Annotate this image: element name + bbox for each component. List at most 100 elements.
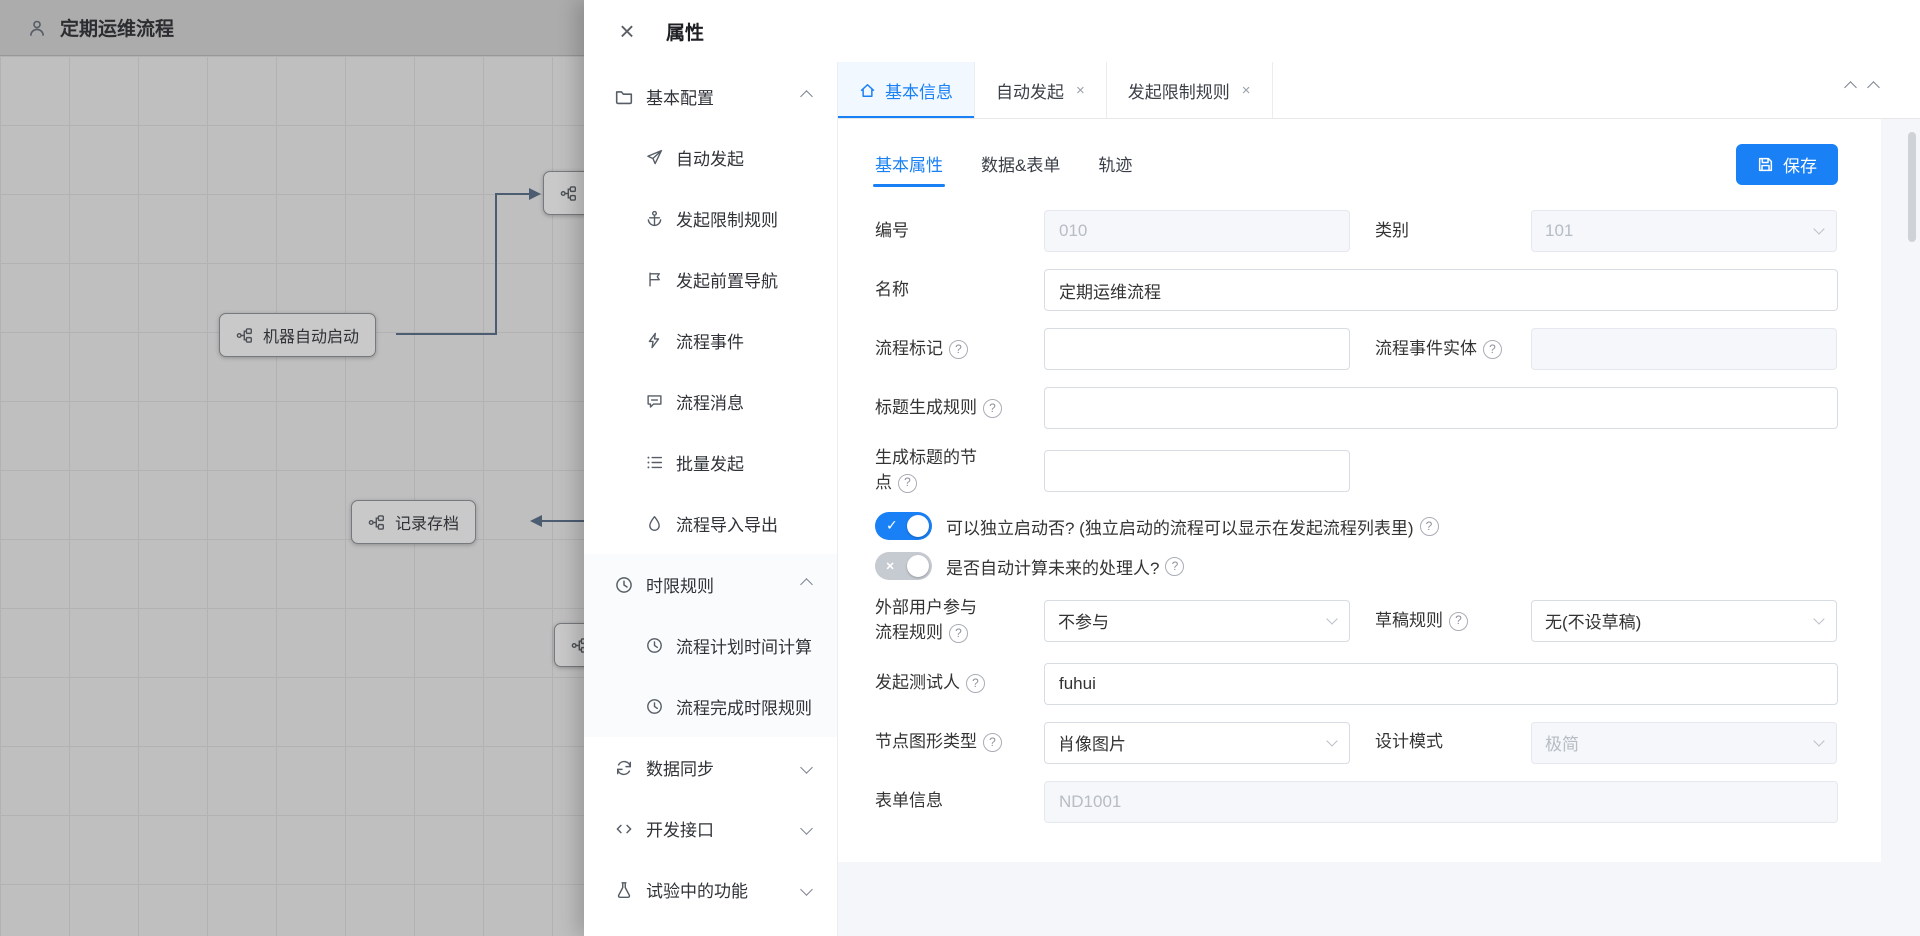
user-icon	[28, 19, 46, 37]
tab-bar: 基本信息 自动发起 发起限制规则	[838, 62, 1920, 119]
close-tab-icon[interactable]	[1076, 82, 1085, 99]
external-user-rule-label: 外部用户参与流程规则	[875, 596, 987, 645]
subtab-track[interactable]: 轨迹	[1098, 151, 1132, 178]
help-icon[interactable]	[898, 474, 917, 493]
sidebar-item-process-events[interactable]: 流程事件	[584, 310, 837, 371]
external-user-rule-select[interactable]: 不参与	[1044, 600, 1350, 642]
flow-mark-input[interactable]	[1044, 328, 1350, 370]
save-button[interactable]: 保存	[1736, 144, 1838, 185]
sidebar-item-plan-time-calc[interactable]: 流程计划时间计算	[584, 615, 837, 676]
form-card: 基本属性 数据&表单 轨迹 保存 编号 类别	[838, 119, 1881, 862]
sidebar-group-data-sync[interactable]: 数据同步	[584, 737, 837, 798]
flow-icon	[236, 327, 253, 344]
x-icon	[886, 558, 894, 574]
flow-icon	[368, 514, 385, 531]
drawer-sidebar: 基本配置 自动发起 发起限制规则 发起前置导航	[584, 62, 838, 936]
help-icon[interactable]	[983, 733, 1002, 752]
tab-auto-initiate[interactable]: 自动发起	[975, 62, 1107, 118]
toggle-knob	[907, 515, 929, 537]
help-icon[interactable]	[1420, 517, 1439, 536]
draft-rule-select[interactable]: 无(不设草稿)	[1531, 600, 1837, 642]
sidebar-item-batch-initiate[interactable]: 批量发起	[584, 432, 837, 493]
subtab-data-form[interactable]: 数据&表单	[981, 151, 1060, 178]
title-rule-label: 标题生成规则	[875, 396, 1044, 421]
number-label: 编号	[875, 219, 1044, 244]
drawer-title: 属性	[666, 18, 704, 45]
tab-basic-info[interactable]: 基本信息	[838, 62, 975, 118]
sidebar-group-basic-config[interactable]: 基本配置	[584, 66, 837, 127]
sidebar-group-time-rules[interactable]: 时限规则	[584, 554, 837, 615]
sidebar-item-process-messages[interactable]: 流程消息	[584, 371, 837, 432]
flag-icon	[646, 271, 663, 288]
help-icon[interactable]	[1483, 340, 1502, 359]
app-root: 定期运维流程 机器自动启动 记录存档	[0, 0, 1920, 936]
chevron-down-icon	[1813, 223, 1824, 234]
title-rule-input[interactable]	[1044, 387, 1838, 429]
sidebar-group-experimental[interactable]: 试验中的功能	[584, 859, 837, 920]
test-user-label: 发起测试人	[875, 671, 1044, 696]
check-icon	[886, 517, 898, 534]
flow-node-label: 记录存档	[395, 510, 459, 534]
home-icon	[859, 82, 876, 99]
flow-icon	[560, 185, 577, 202]
chevron-down-icon	[1813, 735, 1824, 746]
clock-icon	[646, 698, 663, 715]
send-icon	[646, 149, 663, 166]
close-tab-icon[interactable]	[1242, 82, 1251, 99]
node-graphic-type-label: 节点图形类型	[875, 730, 1044, 755]
test-user-input[interactable]	[1044, 663, 1838, 705]
auto-calc-handler-toggle[interactable]	[875, 552, 932, 580]
tab-initiate-restriction[interactable]: 发起限制规则	[1107, 62, 1273, 118]
title-node-input[interactable]	[1044, 450, 1350, 492]
sidebar-item-auto-initiate[interactable]: 自动发起	[584, 127, 837, 188]
form-info-input	[1044, 781, 1838, 823]
scrollbar-thumb[interactable]	[1908, 132, 1916, 242]
folder-icon	[615, 88, 633, 106]
draft-rule-label: 草稿规则	[1375, 609, 1531, 634]
drawer-content: 基本信息 自动发起 发起限制规则	[838, 62, 1920, 936]
help-icon[interactable]	[949, 624, 968, 643]
help-icon[interactable]	[983, 399, 1002, 418]
name-input[interactable]	[1044, 269, 1838, 311]
flow-node-archive[interactable]: 记录存档	[351, 500, 476, 544]
sidebar-item-pre-initiate-navigation[interactable]: 发起前置导航	[584, 249, 837, 310]
independent-start-toggle[interactable]	[875, 512, 932, 540]
close-icon[interactable]	[614, 18, 640, 44]
help-icon[interactable]	[966, 674, 985, 693]
design-mode-label: 设计模式	[1375, 730, 1531, 755]
canvas-title: 定期运维流程	[60, 14, 174, 41]
auto-calc-handler-label: 是否自动计算未来的处理人?	[946, 554, 1159, 579]
sidebar-group-dev-api[interactable]: 开发接口	[584, 798, 837, 859]
chevron-up-icon	[800, 578, 813, 591]
chevron-down-icon	[1326, 613, 1337, 624]
toggle-knob	[907, 555, 929, 577]
scroll-up-icon[interactable]	[1867, 81, 1880, 94]
sidebar-item-process-import-export[interactable]: 流程导入导出	[584, 493, 837, 554]
tab-panel: 基本属性 数据&表单 轨迹 保存 编号 类别	[838, 119, 1920, 936]
subtab-bar: 基本属性 数据&表单 轨迹 保存	[875, 144, 1838, 184]
chevron-down-icon	[1326, 735, 1337, 746]
event-entity-input	[1531, 328, 1837, 370]
sidebar-item-complete-time-rule[interactable]: 流程完成时限规则	[584, 676, 837, 737]
scroll-up-icon[interactable]	[1844, 81, 1857, 94]
node-graphic-type-select[interactable]: 肖像图片	[1044, 722, 1350, 764]
help-icon[interactable]	[949, 340, 968, 359]
sync-icon	[615, 759, 633, 777]
list-icon	[646, 454, 663, 471]
name-label: 名称	[875, 278, 1044, 303]
flow-mark-label: 流程标记	[875, 337, 1044, 362]
subtab-basic-props[interactable]: 基本属性	[875, 151, 943, 178]
anchor-icon	[646, 210, 663, 227]
chevron-up-icon	[800, 90, 813, 103]
flow-node-auto-start[interactable]: 机器自动启动	[219, 313, 376, 357]
properties-drawer: 属性 基本配置 自动发起 发起限制规则	[584, 0, 1920, 936]
tab-scroll-tools	[1846, 83, 1878, 92]
help-icon[interactable]	[1165, 557, 1184, 576]
clock-icon	[615, 576, 633, 594]
sidebar-item-initiate-restriction[interactable]: 发起限制规则	[584, 188, 837, 249]
help-icon[interactable]	[1449, 612, 1468, 631]
save-icon	[1757, 156, 1774, 173]
code-icon	[615, 820, 633, 838]
design-mode-select: 极简	[1531, 722, 1837, 764]
message-icon	[646, 393, 663, 410]
